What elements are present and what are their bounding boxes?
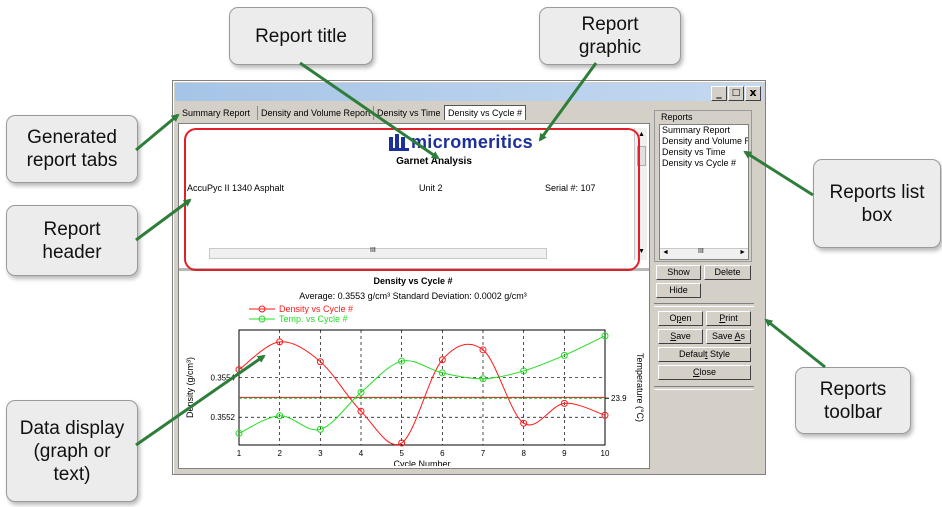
arrow-reports-toolbar — [764, 318, 826, 369]
arrow-data-display — [135, 354, 266, 447]
arrow-report-header — [135, 198, 192, 242]
callout-arrows — [135, 61, 826, 447]
arrow-report-title — [299, 61, 440, 160]
arrow-generated-tabs — [135, 113, 180, 152]
arrow-reports-list — [743, 150, 814, 197]
arrow-report-graphic — [538, 62, 598, 142]
